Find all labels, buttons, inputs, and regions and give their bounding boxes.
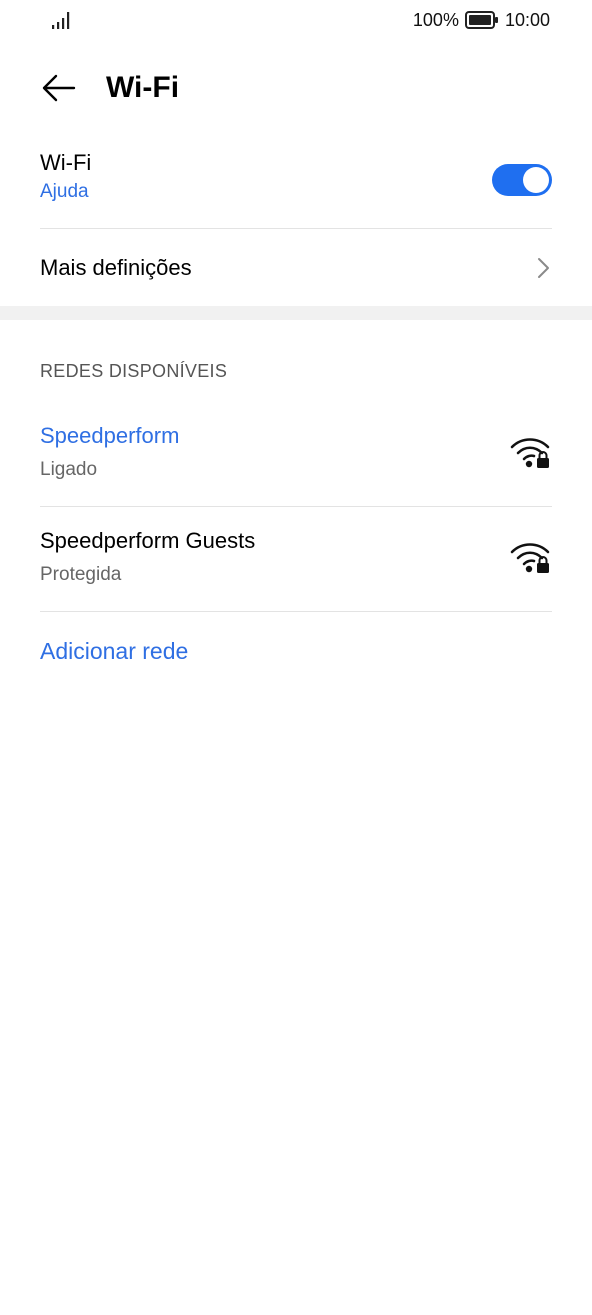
toggle-knob [523,167,549,193]
add-network-link[interactable]: Adicionar rede [40,634,188,668]
arrow-left-icon [42,74,76,102]
wifi-toggle-row[interactable]: Wi-Fi Ajuda [40,148,552,229]
header: Wi-Fi [0,58,592,118]
network-text: Speedperform Ligado [40,420,179,488]
network-item-speedperform-guests[interactable]: Speedperform Guests Protegida [40,507,552,612]
wifi-toggle-switch[interactable] [492,164,552,196]
help-link[interactable]: Ajuda [40,178,552,206]
network-status: Ligado [40,459,98,480]
chevron-right-icon [538,258,549,278]
more-settings-label: Mais definições [40,255,192,280]
status-right: 100% 10:00 [413,8,550,32]
status-bar: 100% 10:00 [0,0,592,40]
network-name: Speedperform Guests [40,528,256,553]
network-item-speedperform[interactable]: Speedperform Ligado [40,402,552,507]
section-header-available-networks: REDES DISPONÍVEIS [40,361,228,381]
network-status: Protegida [40,564,122,585]
battery-icon [464,11,498,29]
section-divider [0,306,592,320]
wifi-lock-icon [510,543,550,573]
back-button[interactable] [36,66,80,110]
network-text: Speedperform Guests Protegida [40,525,255,593]
battery-percent: 100% [412,9,459,30]
network-name: Speedperform [40,423,180,448]
wifi-label: Wi-Fi [40,150,92,175]
clock: 10:00 [504,9,550,30]
signal-icon [52,12,70,29]
page-title: Wi-Fi [106,71,180,104]
more-settings-row[interactable]: Mais definições [40,230,552,306]
wifi-lock-icon [510,438,550,468]
